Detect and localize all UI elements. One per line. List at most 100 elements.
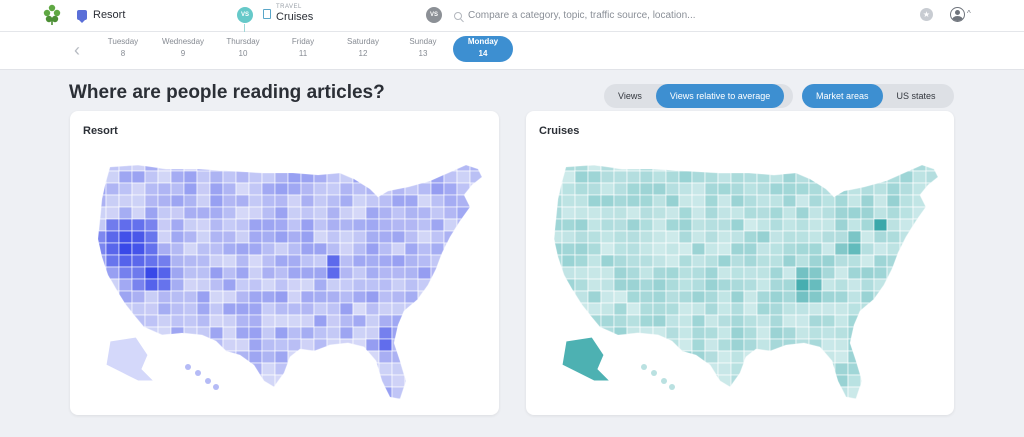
- market-area[interactable]: [339, 182, 354, 196]
- market-area[interactable]: [430, 398, 445, 411]
- market-area[interactable]: [939, 183, 952, 195]
- market-area[interactable]: [756, 194, 771, 208]
- market-area[interactable]: [209, 326, 224, 340]
- market-area[interactable]: [469, 326, 483, 340]
- market-area[interactable]: [157, 266, 172, 280]
- market-area[interactable]: [170, 302, 185, 316]
- market-area[interactable]: [639, 386, 654, 399]
- market-area[interactable]: [886, 159, 901, 172]
- market-area[interactable]: [912, 218, 927, 232]
- market-area[interactable]: [886, 386, 901, 399]
- market-area[interactable]: [769, 302, 784, 316]
- market-area[interactable]: [131, 206, 146, 220]
- market-area[interactable]: [196, 326, 211, 340]
- market-area[interactable]: [456, 242, 471, 256]
- market-area[interactable]: [821, 254, 836, 268]
- market-area[interactable]: [365, 206, 380, 220]
- market-area[interactable]: [404, 194, 419, 208]
- market-area[interactable]: [183, 242, 198, 256]
- market-area[interactable]: [860, 398, 875, 411]
- day-tab-friday[interactable]: Friday 11: [273, 36, 333, 62]
- market-area[interactable]: [469, 266, 483, 280]
- market-area[interactable]: [391, 170, 406, 184]
- market-area[interactable]: [743, 159, 758, 172]
- market-area[interactable]: [365, 242, 380, 256]
- market-area[interactable]: [300, 290, 315, 304]
- market-area[interactable]: [847, 218, 862, 232]
- market-area[interactable]: [430, 314, 445, 328]
- market-area[interactable]: [549, 386, 563, 399]
- market-area[interactable]: [717, 314, 732, 328]
- market-area[interactable]: [717, 182, 732, 196]
- market-area[interactable]: [404, 278, 419, 292]
- market-area[interactable]: [456, 278, 471, 292]
- market-area[interactable]: [717, 302, 732, 316]
- market-area[interactable]: [561, 242, 576, 256]
- market-area[interactable]: [105, 230, 120, 244]
- market-area[interactable]: [795, 242, 810, 256]
- market-area[interactable]: [404, 206, 419, 220]
- market-area[interactable]: [886, 398, 901, 411]
- market-area[interactable]: [769, 314, 784, 328]
- market-area[interactable]: [561, 218, 576, 232]
- market-area[interactable]: [730, 218, 745, 232]
- market-area[interactable]: [821, 314, 836, 328]
- market-area[interactable]: [118, 182, 133, 196]
- market-area[interactable]: [561, 182, 576, 196]
- market-area[interactable]: [378, 218, 393, 232]
- market-area[interactable]: [93, 278, 107, 292]
- market-area[interactable]: [639, 242, 654, 256]
- market-area[interactable]: [756, 206, 771, 220]
- market-area[interactable]: [196, 170, 211, 184]
- market-area[interactable]: [912, 362, 927, 376]
- market-area[interactable]: [170, 242, 185, 256]
- market-area[interactable]: [144, 230, 159, 244]
- market-area[interactable]: [873, 362, 888, 376]
- market-area[interactable]: [600, 218, 615, 232]
- market-area[interactable]: [378, 242, 393, 256]
- market-area[interactable]: [743, 278, 758, 292]
- market-area[interactable]: [834, 170, 849, 184]
- market-area[interactable]: [574, 254, 589, 268]
- market-area[interactable]: [678, 386, 693, 399]
- market-area[interactable]: [821, 230, 836, 244]
- market-area[interactable]: [795, 362, 810, 376]
- market-area[interactable]: [105, 194, 120, 208]
- market-area[interactable]: [313, 194, 328, 208]
- market-area[interactable]: [391, 254, 406, 268]
- market-area[interactable]: [170, 266, 185, 280]
- market-area[interactable]: [899, 326, 914, 340]
- market-area[interactable]: [105, 206, 120, 220]
- market-area[interactable]: [795, 386, 810, 399]
- market-area[interactable]: [730, 386, 745, 399]
- market-area[interactable]: [847, 278, 862, 292]
- market-area[interactable]: [860, 206, 875, 220]
- market-area[interactable]: [222, 182, 237, 196]
- market-area[interactable]: [704, 290, 719, 304]
- market-area[interactable]: [717, 290, 732, 304]
- market-area[interactable]: [300, 266, 315, 280]
- market-area[interactable]: [678, 206, 693, 220]
- market-area[interactable]: [300, 182, 315, 196]
- market-area[interactable]: [378, 362, 393, 376]
- market-area[interactable]: [652, 242, 667, 256]
- market-area[interactable]: [873, 159, 888, 172]
- market-area[interactable]: [417, 326, 432, 340]
- market-area[interactable]: [665, 242, 680, 256]
- market-area[interactable]: [704, 206, 719, 220]
- market-area[interactable]: [391, 302, 406, 316]
- market-area[interactable]: [157, 159, 172, 172]
- market-area[interactable]: [157, 290, 172, 304]
- market-area[interactable]: [196, 230, 211, 244]
- market-area[interactable]: [131, 230, 146, 244]
- market-area[interactable]: [144, 218, 159, 232]
- market-area[interactable]: [483, 327, 496, 339]
- market-area[interactable]: [939, 219, 952, 231]
- market-area[interactable]: [626, 302, 641, 316]
- market-area[interactable]: [652, 254, 667, 268]
- market-area[interactable]: [626, 314, 641, 328]
- market-area[interactable]: [899, 266, 914, 280]
- market-area[interactable]: [613, 230, 628, 244]
- market-area[interactable]: [899, 374, 914, 388]
- market-area[interactable]: [352, 218, 367, 232]
